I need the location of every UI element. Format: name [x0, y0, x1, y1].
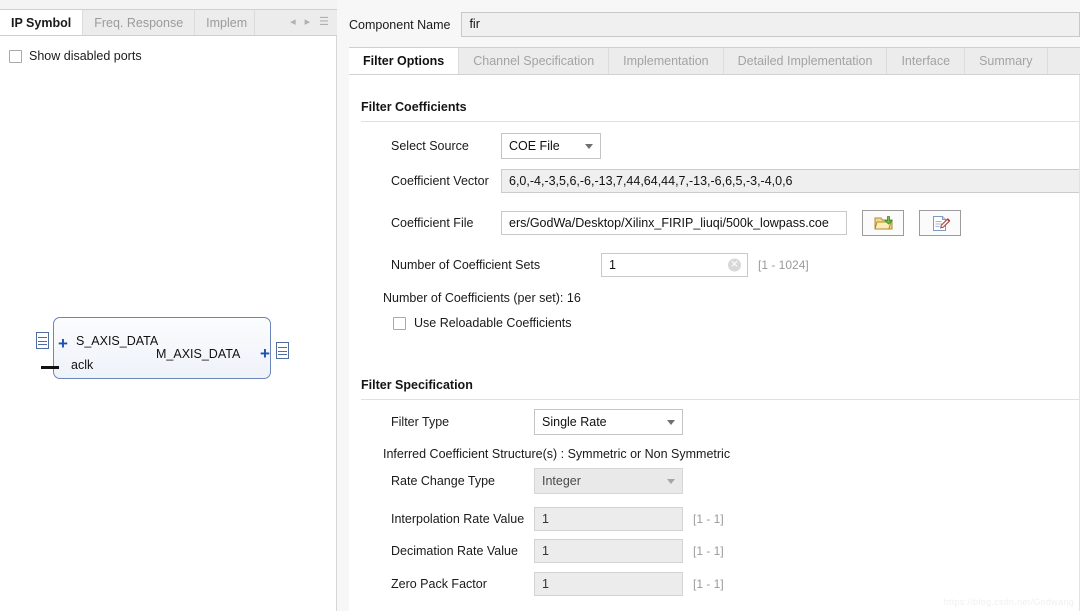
zero-pack-factor-input[interactable]: 1 [534, 572, 683, 596]
left-tab-ip-symbol[interactable]: IP Symbol [0, 10, 83, 35]
rate-change-type-label: Rate Change Type [391, 474, 534, 488]
interpolation-rate-label: Interpolation Rate Value [391, 512, 534, 526]
expand-input-bus-icon[interactable]: + [58, 335, 68, 352]
filter-type-dropdown[interactable]: Single Rate [534, 409, 683, 435]
tab-label: Channel Specification [473, 54, 594, 68]
component-name-row: Component Name fir [349, 12, 1080, 37]
tab-label: Implementation [623, 54, 708, 68]
left-tab-freq-response[interactable]: Freq. Response [83, 10, 195, 35]
filter-type-row: Filter Type Single Rate [391, 409, 683, 435]
show-disabled-ports-label: Show disabled ports [29, 49, 142, 63]
coefficient-sets-label: Number of Coefficient Sets [391, 258, 601, 272]
filter-type-value: Single Rate [542, 415, 607, 429]
watermark-text: https://blog.csdn.net/Godwang [944, 597, 1074, 607]
ip-block-symbol: + + S_AXIS_DATA M_AXIS_DATA aclk [36, 314, 296, 384]
port-label-aclk: aclk [71, 358, 93, 372]
tab-filter-options[interactable]: Filter Options [349, 48, 459, 74]
tab-label: Summary [979, 54, 1032, 68]
hamburger-menu-icon[interactable]: ☰ [319, 17, 329, 28]
left-tab-label: Implem [206, 16, 247, 30]
edit-coefficient-file-button[interactable] [919, 210, 961, 236]
ip-options-panel: Component Name fir Filter Options Channe… [337, 0, 1080, 611]
left-tab-implementation[interactable]: Implem [195, 10, 255, 35]
chevron-down-icon [667, 479, 675, 484]
tab-summary[interactable]: Summary [965, 48, 1047, 74]
decimation-rate-label: Decimation Rate Value [391, 544, 534, 558]
zero-pack-factor-range: [1 - 1] [693, 577, 724, 591]
tab-implementation[interactable]: Implementation [609, 48, 723, 74]
show-disabled-ports-row[interactable]: Show disabled ports [9, 49, 142, 63]
tab-label: Detailed Implementation [738, 54, 873, 68]
decimation-rate-range: [1 - 1] [693, 544, 724, 558]
inferred-coefficient-structure-text: Inferred Coefficient Structure(s) : Symm… [383, 447, 730, 461]
use-reloadable-coefficients-checkbox[interactable] [393, 317, 406, 330]
ip-configuration-window: IP Symbol Freq. Response Implem ◂ ▸ ☰ Sh… [0, 0, 1080, 611]
tab-channel-specification[interactable]: Channel Specification [459, 48, 609, 74]
left-tab-label: Freq. Response [94, 16, 183, 30]
input-bus-connector-icon [36, 332, 49, 349]
filter-specification-heading: Filter Specification [361, 378, 473, 392]
chevron-down-icon [585, 144, 593, 149]
edit-document-icon [931, 215, 950, 232]
clock-pin-icon [41, 366, 59, 369]
triangle-right-icon[interactable]: ▸ [305, 17, 311, 28]
coefficient-file-label: Coefficient File [391, 216, 499, 230]
tab-label: Filter Options [363, 54, 444, 68]
expand-output-bus-icon[interactable]: + [260, 345, 270, 362]
tab-interface[interactable]: Interface [887, 48, 965, 74]
component-name-label: Component Name [349, 18, 450, 32]
left-tab-label: IP Symbol [11, 16, 71, 30]
coefficient-sets-range: [1 - 1024] [758, 258, 809, 272]
filter-type-label: Filter Type [391, 415, 534, 429]
use-reloadable-coefficients-label: Use Reloadable Coefficients [414, 316, 572, 330]
tab-label: Interface [901, 54, 950, 68]
select-source-value: COE File [509, 139, 560, 153]
filter-coefficients-heading: Filter Coefficients [361, 100, 467, 114]
filter-options-content: Filter Coefficients Select Source COE Fi… [349, 75, 1080, 611]
coefficient-file-row: Coefficient File ers/GodWa/Desktop/Xilin… [391, 210, 961, 236]
coefficient-vector-input[interactable]: 6,0,-4,-3,5,6,-6,-13,7,44,64,44,7,-13,-6… [501, 169, 1080, 193]
chevron-down-icon [667, 420, 675, 425]
component-name-input[interactable]: fir [461, 12, 1080, 37]
show-disabled-ports-checkbox[interactable] [9, 50, 22, 63]
open-folder-icon [874, 215, 893, 232]
coefficient-vector-label: Coefficient Vector [391, 174, 499, 188]
decimation-rate-row: Decimation Rate Value 1 [1 - 1] [391, 539, 724, 563]
output-bus-connector-icon [276, 342, 289, 359]
interpolation-rate-input[interactable]: 1 [534, 507, 683, 531]
coefficient-sets-row: Number of Coefficient Sets 1 ✕ [1 - 1024… [391, 253, 809, 277]
use-reloadable-coefficients-row[interactable]: Use Reloadable Coefficients [393, 316, 572, 330]
browse-coefficient-file-button[interactable] [862, 210, 904, 236]
tab-detailed-implementation[interactable]: Detailed Implementation [724, 48, 888, 74]
select-source-row: Select Source COE File [391, 133, 601, 159]
filter-specification-divider [361, 399, 1080, 400]
decimation-rate-input[interactable]: 1 [534, 539, 683, 563]
rate-change-type-value: Integer [542, 474, 581, 488]
port-label-s-axis-data: S_AXIS_DATA [76, 334, 158, 348]
rate-change-type-row: Rate Change Type Integer [391, 468, 683, 494]
select-source-dropdown[interactable]: COE File [501, 133, 601, 159]
triangle-left-icon[interactable]: ◂ [290, 17, 296, 28]
port-label-m-axis-data: M_AXIS_DATA [156, 347, 240, 361]
coefficient-file-input[interactable]: ers/GodWa/Desktop/Xilinx_FIRIP_liuqi/500… [501, 211, 847, 235]
select-source-label: Select Source [391, 139, 499, 153]
options-tab-bar: Filter Options Channel Specification Imp… [349, 47, 1080, 75]
zero-pack-factor-label: Zero Pack Factor [391, 577, 534, 591]
clear-field-icon[interactable]: ✕ [728, 259, 741, 272]
interpolation-rate-row: Interpolation Rate Value 1 [1 - 1] [391, 507, 724, 531]
left-tab-bar: IP Symbol Freq. Response Implem ◂ ▸ ☰ [0, 9, 337, 36]
filter-coefficients-divider [361, 121, 1080, 122]
ip-symbol-canvas: Show disabled ports + + S_AXIS_DATA M_AX… [0, 36, 337, 611]
coefficient-sets-input[interactable]: 1 [601, 253, 748, 277]
coefficients-per-set-text: Number of Coefficients (per set): 16 [383, 291, 581, 305]
interpolation-rate-range: [1 - 1] [693, 512, 724, 526]
zero-pack-factor-row: Zero Pack Factor 1 [1 - 1] [391, 572, 724, 596]
rate-change-type-dropdown[interactable]: Integer [534, 468, 683, 494]
left-tab-nav-controls: ◂ ▸ ☰ [282, 10, 337, 35]
ip-symbol-panel: IP Symbol Freq. Response Implem ◂ ▸ ☰ Sh… [0, 0, 337, 611]
coefficient-vector-row: Coefficient Vector 6,0,-4,-3,5,6,-6,-13,… [391, 169, 1080, 193]
